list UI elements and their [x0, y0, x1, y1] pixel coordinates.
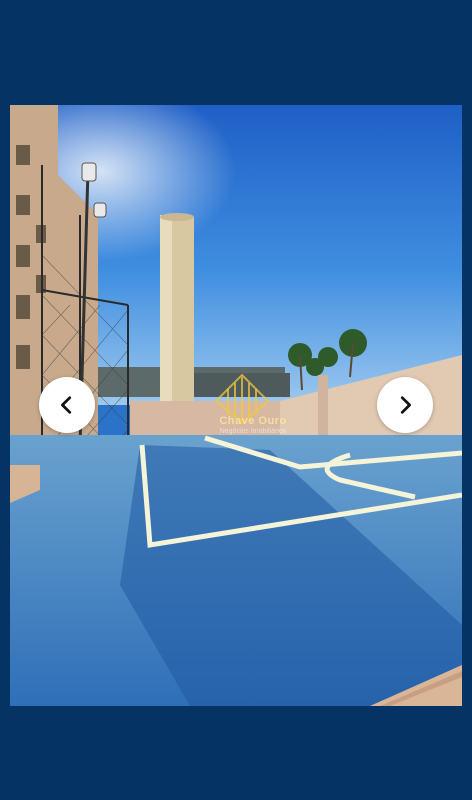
chevron-right-icon — [400, 396, 411, 414]
chevron-left-icon — [61, 396, 72, 414]
image-viewer: Chave Ouro Negócios Imobiliários — [0, 0, 472, 800]
previous-image-button[interactable] — [39, 377, 95, 433]
next-image-button[interactable] — [377, 377, 433, 433]
